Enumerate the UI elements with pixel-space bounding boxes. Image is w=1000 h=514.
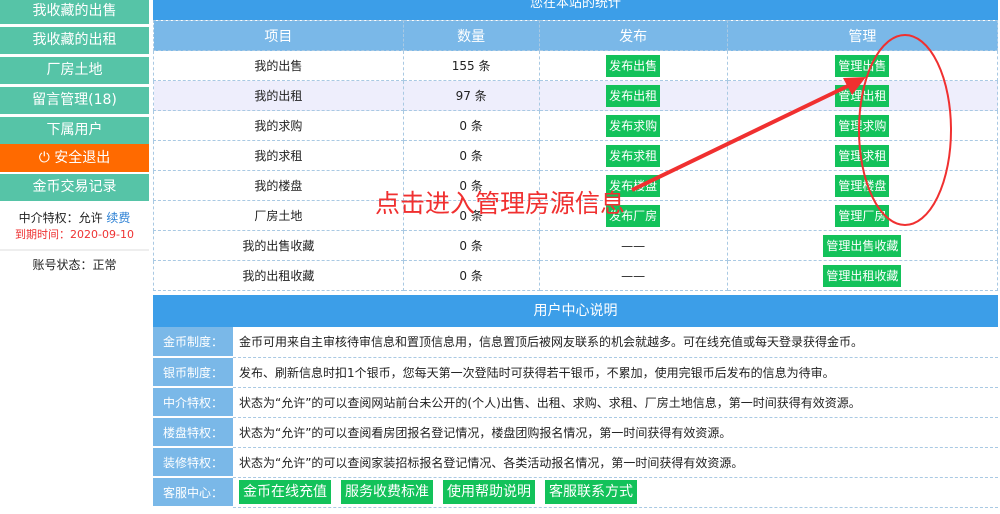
manage-cell: 管理出租收藏 (726, 260, 999, 291)
col-count: 数量 (402, 20, 540, 51)
service-button[interactable]: 使用帮助说明 (443, 480, 535, 504)
service-button[interactable]: 客服联系方式 (545, 480, 637, 504)
table-row: 我的求购 0 条 发布求购 管理求购 (153, 110, 999, 141)
item-name: 我的求租 (153, 140, 404, 171)
col-item: 项目 (153, 20, 404, 51)
service-button[interactable]: 金币在线充值 (239, 480, 331, 504)
manage-cell: 管理厂房 (726, 200, 999, 231)
publish-button[interactable]: 发布出售 (606, 54, 661, 77)
publish-cell: 发布求租 (538, 140, 728, 171)
item-name: 我的楼盘 (153, 170, 404, 201)
info-label: 中介特权： (153, 387, 233, 418)
publish-none: —— (621, 268, 646, 283)
sidebar-item-factory[interactable]: 厂房土地 (0, 57, 149, 84)
manage-button[interactable]: 管理求购 (835, 114, 890, 137)
manage-cell: 管理求购 (726, 110, 999, 141)
item-name: 厂房土地 (153, 200, 404, 231)
publish-cell: 发布出租 (538, 80, 728, 111)
publish-cell: 发布出售 (538, 50, 728, 81)
manage-button[interactable]: 管理求租 (835, 144, 890, 167)
manage-button[interactable]: 管理出租 (835, 84, 890, 107)
manage-button[interactable]: 管理楼盘 (835, 174, 890, 197)
main: 您在本站的统计 项目 数量 发布 管理 我的出售 155 条发布出售 管理出售 我的出… (153, 0, 999, 508)
publish-cell: 发布求购 (538, 110, 728, 141)
logout-label: 安全退出 (54, 150, 111, 166)
info-text: 状态为“允许”的可以查阅网站前台未公开的(个人)出售、出租、求购、求租、厂房土地… (233, 387, 998, 418)
service-row: 客服中心： 金币在线充值 服务收费标准 使用帮助说明 客服联系方式 (153, 477, 998, 508)
info-text: 金币可用来自主审核待审信息和置顶信息用，信息置顶后被网友联系的机会就越多。可在线… (233, 327, 998, 358)
manage-button[interactable]: 管理出售 (835, 54, 890, 77)
manage-button[interactable]: 管理出售收藏 (823, 234, 902, 257)
table-row: 我的出租收藏 0 条 —— 管理出租收藏 (153, 260, 999, 291)
info-label: 银币制度： (153, 357, 233, 388)
col-publish: 发布 (538, 20, 728, 51)
table-row: 我的出售收藏 0 条 —— 管理出售收藏 (153, 230, 999, 261)
manage-cell: 管理出租 (726, 80, 999, 111)
sidebar-item-fav-sale[interactable]: 我收藏的出售 (0, 0, 149, 24)
table-row: 我的出售 155 条 发布出售 管理出售 (153, 50, 999, 81)
item-name: 我的出售收藏 (153, 230, 404, 261)
publish-button[interactable]: 发布出租 (606, 84, 661, 107)
info-label: 楼盘特权： (153, 417, 233, 448)
info-label: 客服中心： (153, 477, 233, 508)
info-row: 楼盘特权： 状态为“允许”的可以查阅看房团报名登记情况，楼盘团购报名情况，第一时间… (153, 417, 998, 448)
service-button[interactable]: 服务收费标准 (341, 480, 433, 504)
item-name: 我的求购 (153, 110, 404, 141)
info-table: 金币制度： 金币可用来自主审核待审信息和置顶信息用，信息置顶后被网友联系的机会就越… (153, 327, 998, 508)
item-count: 0 条 (402, 110, 540, 141)
info-row: 银币制度： 发布、刷新信息时扣1个银币，您每天第一次登陆时可获得若干银币，不累加，… (153, 357, 998, 388)
table-row: 我的出租 97 条 发布出租 管理出租 (153, 80, 999, 111)
publish-button[interactable]: 发布求租 (606, 144, 661, 167)
manage-cell: 管理出售 (726, 50, 999, 81)
info-title: 用户中心说明 (153, 295, 998, 327)
info-label: 金币制度： (153, 327, 233, 358)
publish-none: —— (621, 238, 646, 253)
renew-link[interactable]: 续费 (106, 211, 130, 225)
info-text: 状态为“允许”的可以查阅家装招标报名登记情况、各类活动报名情况，第一时间获得有效… (233, 447, 998, 478)
col-manage: 管理 (726, 20, 999, 51)
item-name: 我的出售 (153, 50, 404, 81)
info-row: 金币制度： 金币可用来自主审核待审信息和置顶信息用，信息置顶后被网友联系的机会就越… (153, 327, 998, 358)
account-status: 账号状态：正常 (32, 258, 117, 272)
agent-privilege: 中介特权：允许 续费到期时间：2020-09-10 (0, 204, 149, 249)
logout-button[interactable]: ⏻ 安全退出 (0, 144, 149, 172)
manage-button[interactable]: 管理厂房 (835, 204, 890, 227)
item-count: 0 条 (402, 260, 540, 291)
item-count: 0 条 (402, 230, 540, 261)
publish-cell: —— (538, 230, 728, 261)
info-label: 装修特权： (153, 447, 233, 478)
stats-table: 项目 数量 发布 管理 我的出售 155 条 发布出售 管理出售我的出租 97 条 发布出… (153, 20, 999, 291)
info-row: 中介特权： 状态为“允许”的可以查阅网站前台未公开的(个人)出售、出租、求购、求租… (153, 387, 998, 418)
item-name: 我的出租收藏 (153, 260, 404, 291)
manage-cell: 管理出售收藏 (726, 230, 999, 261)
sidebar-item-messages[interactable]: 留言管理(18) (0, 87, 149, 114)
sidebar-item-coin-record[interactable]: 金币交易记录 (0, 174, 149, 201)
item-count: 155 条 (402, 50, 540, 81)
manage-cell: 管理求租 (726, 140, 999, 171)
expiry-date: 到期时间：2020-09-10 (15, 228, 134, 241)
publish-cell: —— (538, 260, 728, 291)
service-buttons: 金币在线充值 服务收费标准 使用帮助说明 客服联系方式 (233, 477, 998, 508)
stats-title: 您在本站的统计 (153, 0, 998, 20)
info-text: 状态为“允许”的可以查阅看房团报名登记情况，楼盘团购报名情况，第一时间获得有效资… (233, 417, 998, 448)
agent-status: 中介特权：允许 (18, 211, 103, 225)
manage-button[interactable]: 管理出租收藏 (823, 264, 902, 287)
annotation-text: 点击进入管理房源信息 (375, 189, 626, 218)
sidebar: 我收藏的出售 我收藏的出租 厂房土地 留言管理(18) 下属用户 ⏻ 安全退出 … (0, 0, 149, 279)
info-row: 装修特权： 状态为“允许”的可以查阅家装招标报名登记情况、各类活动报名情况，第一时… (153, 447, 998, 478)
manage-cell: 管理楼盘 (726, 170, 999, 201)
item-count: 97 条 (402, 80, 540, 111)
item-count: 0 条 (402, 140, 540, 171)
item-name: 我的出租 (153, 80, 404, 111)
info-text: 发布、刷新信息时扣1个银币，您每天第一次登陆时可获得若干银币，不累加，使用完银币… (233, 357, 998, 388)
power-icon: ⏻ (38, 150, 50, 166)
table-row: 我的求租 0 条 发布求租 管理求租 (153, 140, 999, 171)
publish-button[interactable]: 发布求购 (606, 114, 661, 137)
sidebar-item-sub-users[interactable]: 下属用户 (0, 117, 149, 144)
sidebar-item-fav-rent[interactable]: 我收藏的出租 (0, 27, 149, 54)
